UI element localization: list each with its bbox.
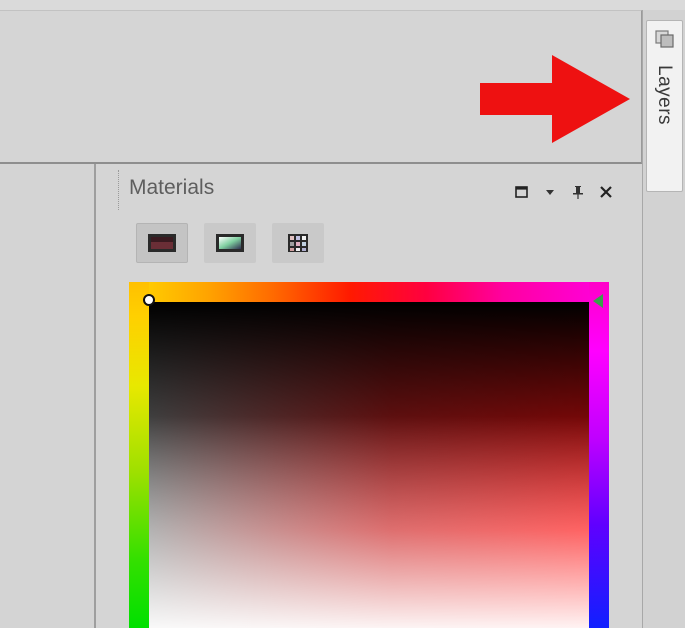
swatches-grid-icon bbox=[288, 234, 308, 252]
layers-icon bbox=[655, 30, 674, 48]
left-dock-column bbox=[0, 164, 96, 628]
hue-ring-right[interactable] bbox=[589, 282, 609, 628]
color-picker[interactable] bbox=[129, 282, 609, 628]
hue-indicator[interactable] bbox=[593, 294, 603, 308]
restore-window-icon bbox=[515, 186, 528, 198]
mode-buttons bbox=[136, 223, 324, 263]
panel-title: Materials bbox=[129, 176, 215, 199]
layers-tab-label: Layers bbox=[654, 65, 675, 126]
materials-panel: Materials bbox=[96, 164, 642, 628]
pin-button[interactable] bbox=[564, 180, 592, 204]
red-arrow-annotation bbox=[480, 55, 630, 143]
close-button[interactable] bbox=[592, 180, 620, 204]
hue-ring-left[interactable] bbox=[129, 282, 149, 628]
color-mode-button[interactable] bbox=[136, 223, 188, 263]
panel-grip[interactable] bbox=[118, 170, 121, 210]
gradient-frame-icon bbox=[216, 234, 244, 252]
panel-controls bbox=[508, 180, 620, 204]
close-icon bbox=[600, 186, 612, 198]
swatches-mode-button[interactable] bbox=[272, 223, 324, 263]
top-strip bbox=[0, 0, 685, 10]
restore-button[interactable] bbox=[508, 180, 536, 204]
color-frame-icon bbox=[148, 234, 176, 252]
gradient-mode-button[interactable] bbox=[204, 223, 256, 263]
color-selector-marker[interactable] bbox=[143, 294, 155, 306]
layers-tab[interactable]: Layers bbox=[646, 20, 683, 192]
chevron-down-icon bbox=[546, 190, 554, 195]
panel-menu-button[interactable] bbox=[536, 180, 564, 204]
pin-icon bbox=[573, 186, 583, 199]
saturation-lightness-field[interactable] bbox=[149, 302, 589, 628]
